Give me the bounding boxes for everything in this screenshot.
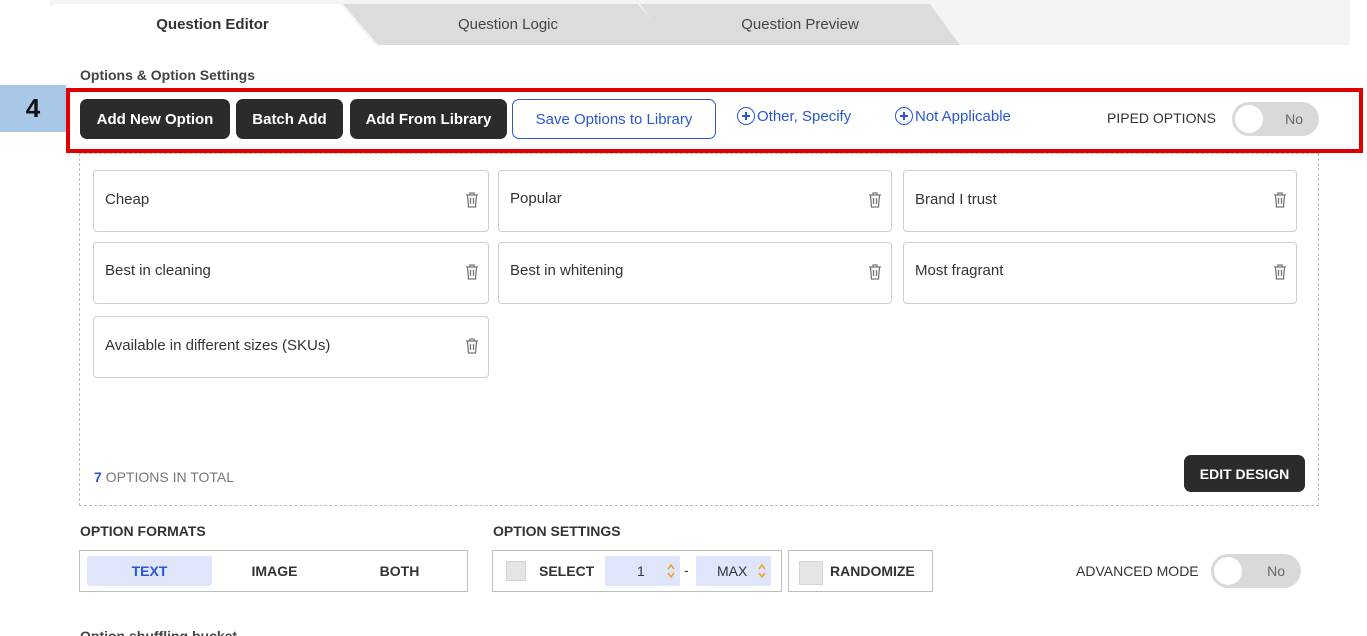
range-separator: - <box>684 562 689 578</box>
advanced-mode-toggle[interactable]: No <box>1211 554 1301 588</box>
tab-label: Question Preview <box>741 16 859 33</box>
option-settings-title: OPTION SETTINGS <box>493 523 621 539</box>
toggle-value: No <box>1267 563 1285 579</box>
option-item[interactable]: Available in different sizes (SKUs) <box>93 316 489 378</box>
options-count: 7 <box>94 469 102 485</box>
toggle-value: No <box>1285 111 1303 127</box>
not-applicable-button[interactable]: Not Applicable <box>895 107 1011 125</box>
trash-icon[interactable] <box>464 263 480 281</box>
plus-circle-icon <box>895 107 913 125</box>
piped-options-toggle[interactable]: No <box>1232 102 1319 136</box>
option-item[interactable]: Brand I trust <box>903 170 1297 232</box>
option-item[interactable]: Popular <box>498 170 892 232</box>
step-badge: 4 <box>0 85 66 132</box>
tab-question-editor[interactable]: Question Editor <box>50 4 375 45</box>
select-checkbox[interactable] <box>506 561 526 581</box>
options-total: 7 OPTIONS IN TOTAL <box>94 469 234 485</box>
option-label: Available in different sizes (SKUs) <box>105 337 331 354</box>
trash-icon[interactable] <box>867 191 883 209</box>
trash-icon[interactable] <box>1272 191 1288 209</box>
option-label: Brand I trust <box>915 191 997 208</box>
toggle-knob <box>1235 105 1263 133</box>
option-label: Best in cleaning <box>105 262 211 279</box>
stepper-arrows-icon[interactable] <box>666 561 676 581</box>
add-from-library-button[interactable]: Add From Library <box>350 99 507 139</box>
select-label: SELECT <box>539 563 595 579</box>
option-formats-group: TEXT IMAGE BOTH <box>79 550 468 592</box>
format-both-button[interactable]: BOTH <box>337 556 462 586</box>
trash-icon[interactable] <box>1272 263 1288 281</box>
other-specify-label: Other, Specify <box>757 107 852 125</box>
plus-circle-icon <box>737 107 755 125</box>
tab-label: Question Logic <box>457 16 559 33</box>
trash-icon[interactable] <box>867 263 883 281</box>
option-item[interactable]: Most fragrant <box>903 242 1297 304</box>
format-text-button[interactable]: TEXT <box>87 556 212 586</box>
randomize-group: RANDOMIZE <box>788 550 933 592</box>
option-item[interactable]: Best in whitening <box>498 242 892 304</box>
tab-question-preview[interactable]: Question Preview <box>640 4 960 45</box>
option-label: Popular <box>510 190 562 207</box>
other-specify-button[interactable]: Other, Specify <box>737 107 851 125</box>
options-total-label: OPTIONS IN TOTAL <box>105 469 235 485</box>
select-min-value: 1 <box>637 563 645 579</box>
option-label: Cheap <box>105 191 150 208</box>
piped-options-label: PIPED OPTIONS <box>1107 110 1216 126</box>
edit-design-button[interactable]: EDIT DESIGN <box>1184 455 1305 492</box>
stepper-arrows-icon[interactable] <box>757 561 767 581</box>
batch-add-button[interactable]: Batch Add <box>236 99 343 139</box>
save-options-to-library-button[interactable]: Save Options to Library <box>512 99 716 139</box>
format-image-button[interactable]: IMAGE <box>212 556 337 586</box>
option-item[interactable]: Cheap <box>93 170 489 232</box>
option-label: Most fragrant <box>915 262 1004 279</box>
add-new-option-button[interactable]: Add New Option <box>80 99 230 139</box>
select-max-stepper[interactable]: MAX <box>696 556 771 586</box>
randomize-checkbox[interactable] <box>799 561 823 585</box>
advanced-mode-label: ADVANCED MODE <box>1076 563 1199 579</box>
option-label: Best in whitening <box>510 262 624 279</box>
trash-icon[interactable] <box>464 191 480 209</box>
tab-question-logic[interactable]: Question Logic <box>343 4 673 45</box>
next-section-title-cutoff: Option shuffling bucket <box>80 628 238 636</box>
option-settings-group: SELECT 1 - MAX <box>492 550 782 592</box>
toggle-knob <box>1214 557 1242 585</box>
tab-label: Question Editor <box>156 16 269 33</box>
randomize-label: RANDOMIZE <box>830 563 915 579</box>
option-formats-title: OPTION FORMATS <box>80 523 206 539</box>
option-item[interactable]: Best in cleaning <box>93 242 489 304</box>
section-title: Options & Option Settings <box>80 67 255 83</box>
select-min-stepper[interactable]: 1 <box>605 556 680 586</box>
trash-icon[interactable] <box>464 337 480 355</box>
select-max-value: MAX <box>717 563 748 579</box>
not-applicable-label: Not Applicable <box>915 107 1011 125</box>
